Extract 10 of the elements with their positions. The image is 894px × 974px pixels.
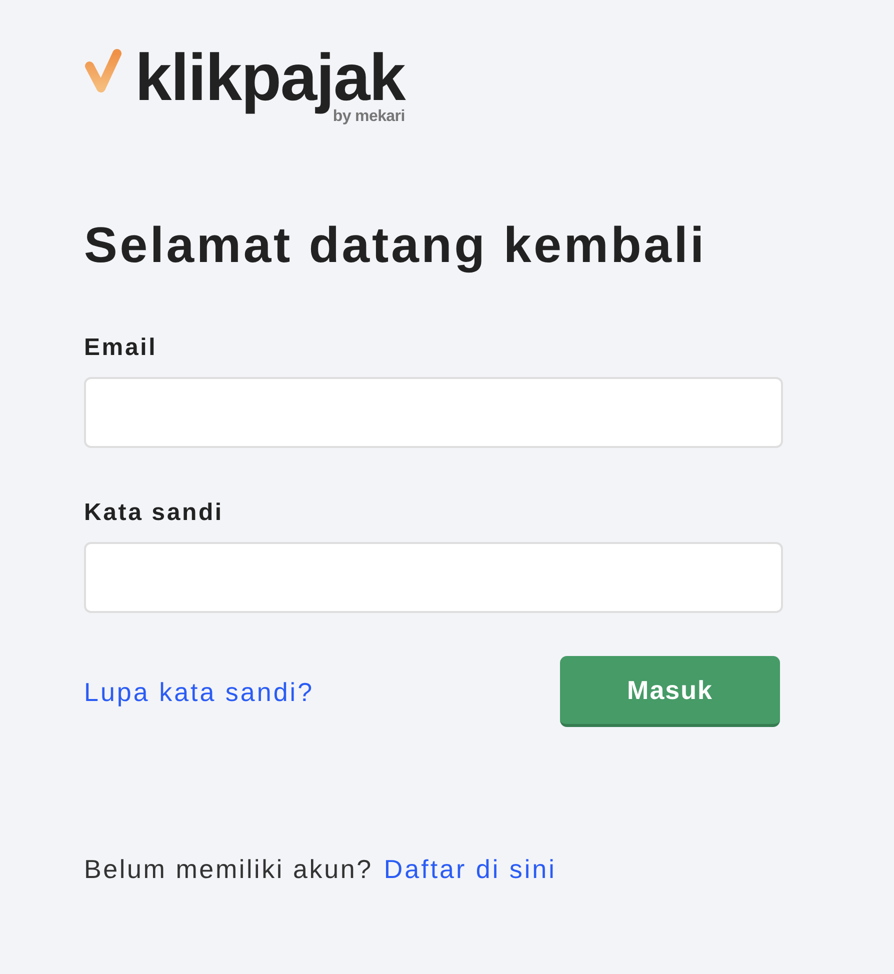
login-button[interactable]: Masuk [560, 656, 780, 727]
page-heading: Selamat datang kembali [84, 216, 708, 274]
check-mark-icon [84, 48, 122, 94]
signup-prompt: Belum memiliki akun? [84, 854, 373, 884]
field-label: Kata sandi [84, 499, 224, 527]
forgot-password-link[interactable]: Lupa kata sandi? [84, 676, 314, 706]
input-field[interactable] [84, 542, 783, 613]
signup-link[interactable]: Daftar di sini [384, 854, 556, 884]
field-label: Email [84, 334, 158, 362]
input-field[interactable] [84, 377, 783, 448]
